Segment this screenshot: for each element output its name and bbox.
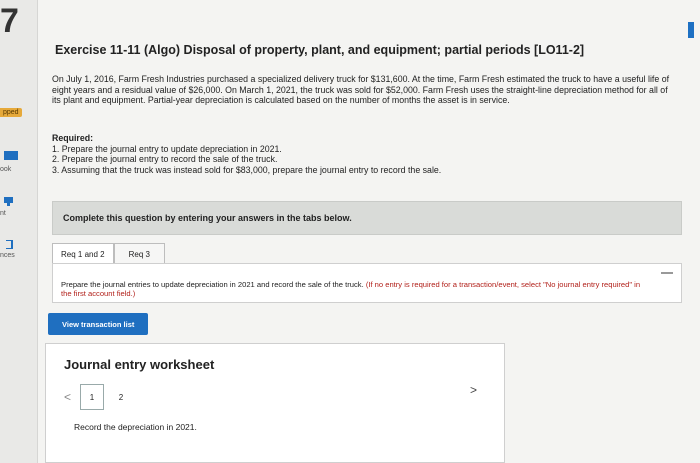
- tab-panel: Prepare the journal entries to update de…: [52, 263, 682, 303]
- required-item-1: 1. Prepare the journal entry to update d…: [52, 143, 282, 154]
- instruction-text: Prepare the journal entries to update de…: [61, 280, 364, 289]
- scroll-indicator: [688, 22, 694, 38]
- tab-req-1-and-2[interactable]: Req 1 and 2: [52, 243, 114, 265]
- print-icon[interactable]: [4, 197, 18, 206]
- required-item-3: 3. Assuming that the truck was instead s…: [52, 164, 442, 175]
- question-number: 7: [0, 2, 19, 40]
- page-2-button[interactable]: 2: [110, 385, 132, 409]
- tab-req-3[interactable]: Req 3: [113, 243, 165, 265]
- references-icon[interactable]: [4, 240, 18, 249]
- sidebar-item-print[interactable]: nt: [0, 210, 6, 217]
- view-transaction-list-button[interactable]: View transaction list: [48, 313, 149, 335]
- exercise-intro: On July 1, 2016, Farm Fresh Industries p…: [52, 74, 670, 106]
- required-section: Required: 1. Prepare the journal entry t…: [52, 133, 672, 175]
- worksheet-title: Journal entry worksheet: [64, 357, 215, 372]
- instructions-banner: Complete this question by entering your …: [52, 201, 682, 235]
- prev-page-icon[interactable]: <: [64, 390, 80, 404]
- page-1-button[interactable]: 1: [80, 384, 104, 410]
- worksheet-instruction: Record the depreciation in 2021.: [74, 422, 197, 432]
- banner-text: Complete this question by entering your …: [63, 213, 352, 223]
- book-icon[interactable]: [4, 151, 18, 160]
- collapse-mark: [661, 272, 673, 274]
- tab-bar: Req 1 and 2 Req 3: [52, 243, 165, 265]
- required-heading: Required:: [52, 133, 94, 143]
- sidebar: 7 pped ook nt nces: [0, 0, 38, 463]
- tab-instruction: Prepare the journal entries to update de…: [61, 280, 641, 298]
- required-item-2: 2. Prepare the journal entry to record t…: [52, 154, 278, 165]
- exercise-title: Exercise 11-11 (Algo) Disposal of proper…: [55, 43, 585, 57]
- next-page-icon[interactable]: >: [470, 383, 477, 397]
- sidebar-item-references[interactable]: nces: [0, 252, 15, 259]
- skipped-badge: pped: [0, 108, 22, 117]
- sidebar-item-book[interactable]: ook: [0, 166, 11, 173]
- worksheet-pager: < 1 2: [64, 384, 138, 410]
- journal-entry-worksheet: Journal entry worksheet < 1 2 Record the…: [45, 343, 505, 463]
